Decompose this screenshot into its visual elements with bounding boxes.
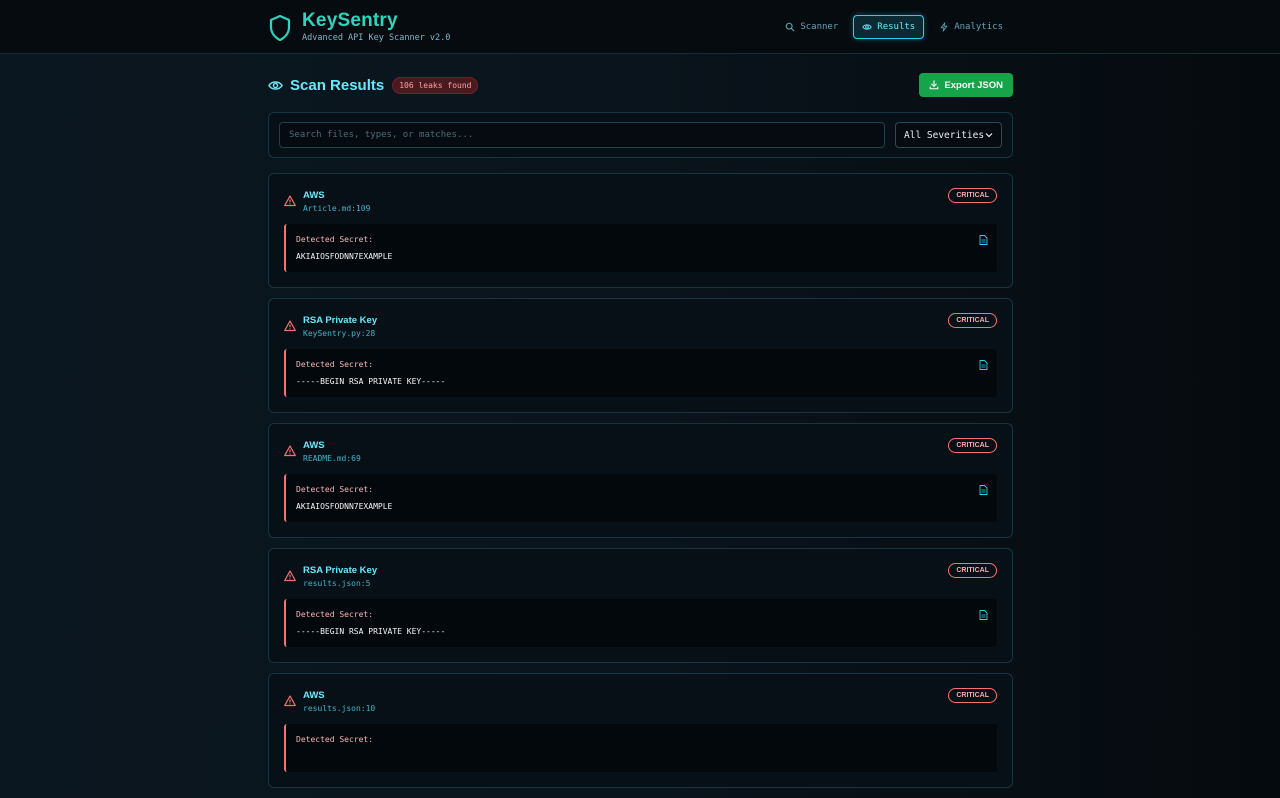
file-icon[interactable] — [979, 235, 988, 245]
secret-block: Detected Secret: -----BEGIN RSA PRIVATE … — [284, 599, 997, 647]
page-title: Scan Results — [290, 76, 385, 94]
secret-block: Detected Secret: -----BEGIN RSA PRIVATE … — [284, 349, 997, 397]
file-location[interactable]: README.md:69 — [303, 454, 361, 463]
file-location[interactable]: KeySentry.py:28 — [303, 329, 375, 338]
file-icon[interactable] — [979, 485, 988, 495]
export-json-label: Export JSON — [944, 79, 1003, 91]
secret-type: RSA Private Key — [303, 315, 378, 326]
severity-select[interactable]: All Severities — [895, 122, 1002, 148]
eye-icon — [268, 80, 283, 90]
result-card[interactable]: AWS README.md:69 CRITICAL Detected Secre… — [268, 423, 1013, 538]
search-input[interactable] — [279, 122, 885, 148]
secret-value: AKIAIOSFODNN7EXAMPLE — [296, 252, 393, 261]
warning-icon — [284, 320, 296, 332]
top-header: KeySentry Advanced API Key Scanner v2.0 … — [0, 0, 1280, 54]
file-location[interactable]: results.json:10 — [303, 704, 375, 713]
nav-analytics-label: Analytics — [954, 22, 1003, 32]
warning-icon — [284, 570, 296, 582]
nav-results[interactable]: Results — [853, 15, 925, 39]
results-panel: Scan Results 106 leaks found Export JSON… — [268, 72, 1013, 798]
secret-label: Detected Secret: — [296, 610, 374, 619]
result-card[interactable]: RSA Private Key results.json:5 CRITICAL … — [268, 548, 1013, 663]
severity-badge: CRITICAL — [948, 563, 997, 578]
secret-value: -----BEGIN RSA PRIVATE KEY----- — [296, 377, 446, 386]
severity-badge: CRITICAL — [948, 313, 997, 328]
secret-label: Detected Secret: — [296, 235, 374, 244]
severity-badge: CRITICAL — [948, 688, 997, 703]
secret-type: RSA Private Key — [303, 565, 378, 576]
secret-label: Detected Secret: — [296, 735, 374, 744]
eye-icon — [862, 24, 872, 30]
file-icon[interactable] — [979, 610, 988, 620]
download-icon — [930, 80, 939, 90]
brand[interactable]: KeySentry Advanced API Key Scanner v2.0 — [268, 11, 450, 44]
leak-count-badge: 106 leaks found — [392, 76, 479, 94]
app-subtitle: Advanced API Key Scanner v2.0 — [302, 33, 451, 43]
severity-badge: CRITICAL — [948, 188, 997, 203]
results-header: Scan Results 106 leaks found Export JSON — [268, 72, 1013, 98]
result-card[interactable]: AWS Article.md:109 CRITICAL Detected Sec… — [268, 173, 1013, 288]
nav-scanner-label: Scanner — [800, 22, 839, 32]
app-title: KeySentry — [302, 10, 398, 31]
export-json-button[interactable]: Export JSON — [919, 73, 1013, 97]
file-location[interactable]: results.json:5 — [303, 579, 370, 588]
secret-type: AWS — [303, 190, 325, 201]
results-list: AWS Article.md:109 CRITICAL Detected Sec… — [268, 173, 1013, 788]
filter-bar: All Severities — [268, 112, 1013, 158]
warning-icon — [284, 195, 296, 207]
secret-value: AKIAIOSFODNN7EXAMPLE — [296, 502, 393, 511]
secret-label: Detected Secret: — [296, 360, 374, 369]
secret-block: Detected Secret: — [284, 724, 997, 772]
warning-icon — [284, 445, 296, 457]
nav-scanner[interactable]: Scanner — [776, 15, 847, 39]
secret-block: Detected Secret: AKIAIOSFODNN7EXAMPLE — [284, 224, 997, 272]
secret-type: AWS — [303, 440, 325, 451]
shield-icon — [269, 14, 291, 41]
main-nav: Scanner Results Analytics — [776, 15, 1012, 39]
secret-value: -----BEGIN RSA PRIVATE KEY----- — [296, 627, 446, 636]
nav-analytics[interactable]: Analytics — [930, 15, 1012, 39]
search-icon — [786, 22, 795, 32]
secret-type: AWS — [303, 690, 325, 701]
nav-results-label: Results — [877, 22, 916, 32]
secret-block: Detected Secret: AKIAIOSFODNN7EXAMPLE — [284, 474, 997, 522]
result-card[interactable]: AWS results.json:10 CRITICAL Detected Se… — [268, 673, 1013, 788]
file-location[interactable]: Article.md:109 — [303, 204, 370, 213]
chevron-down-icon — [985, 133, 993, 138]
warning-icon — [284, 695, 296, 707]
severity-select-value: All Severities — [904, 129, 985, 141]
result-card[interactable]: RSA Private Key KeySentry.py:28 CRITICAL… — [268, 298, 1013, 413]
bolt-icon — [940, 22, 948, 32]
file-icon[interactable] — [979, 360, 988, 370]
secret-label: Detected Secret: — [296, 485, 374, 494]
severity-badge: CRITICAL — [948, 438, 997, 453]
